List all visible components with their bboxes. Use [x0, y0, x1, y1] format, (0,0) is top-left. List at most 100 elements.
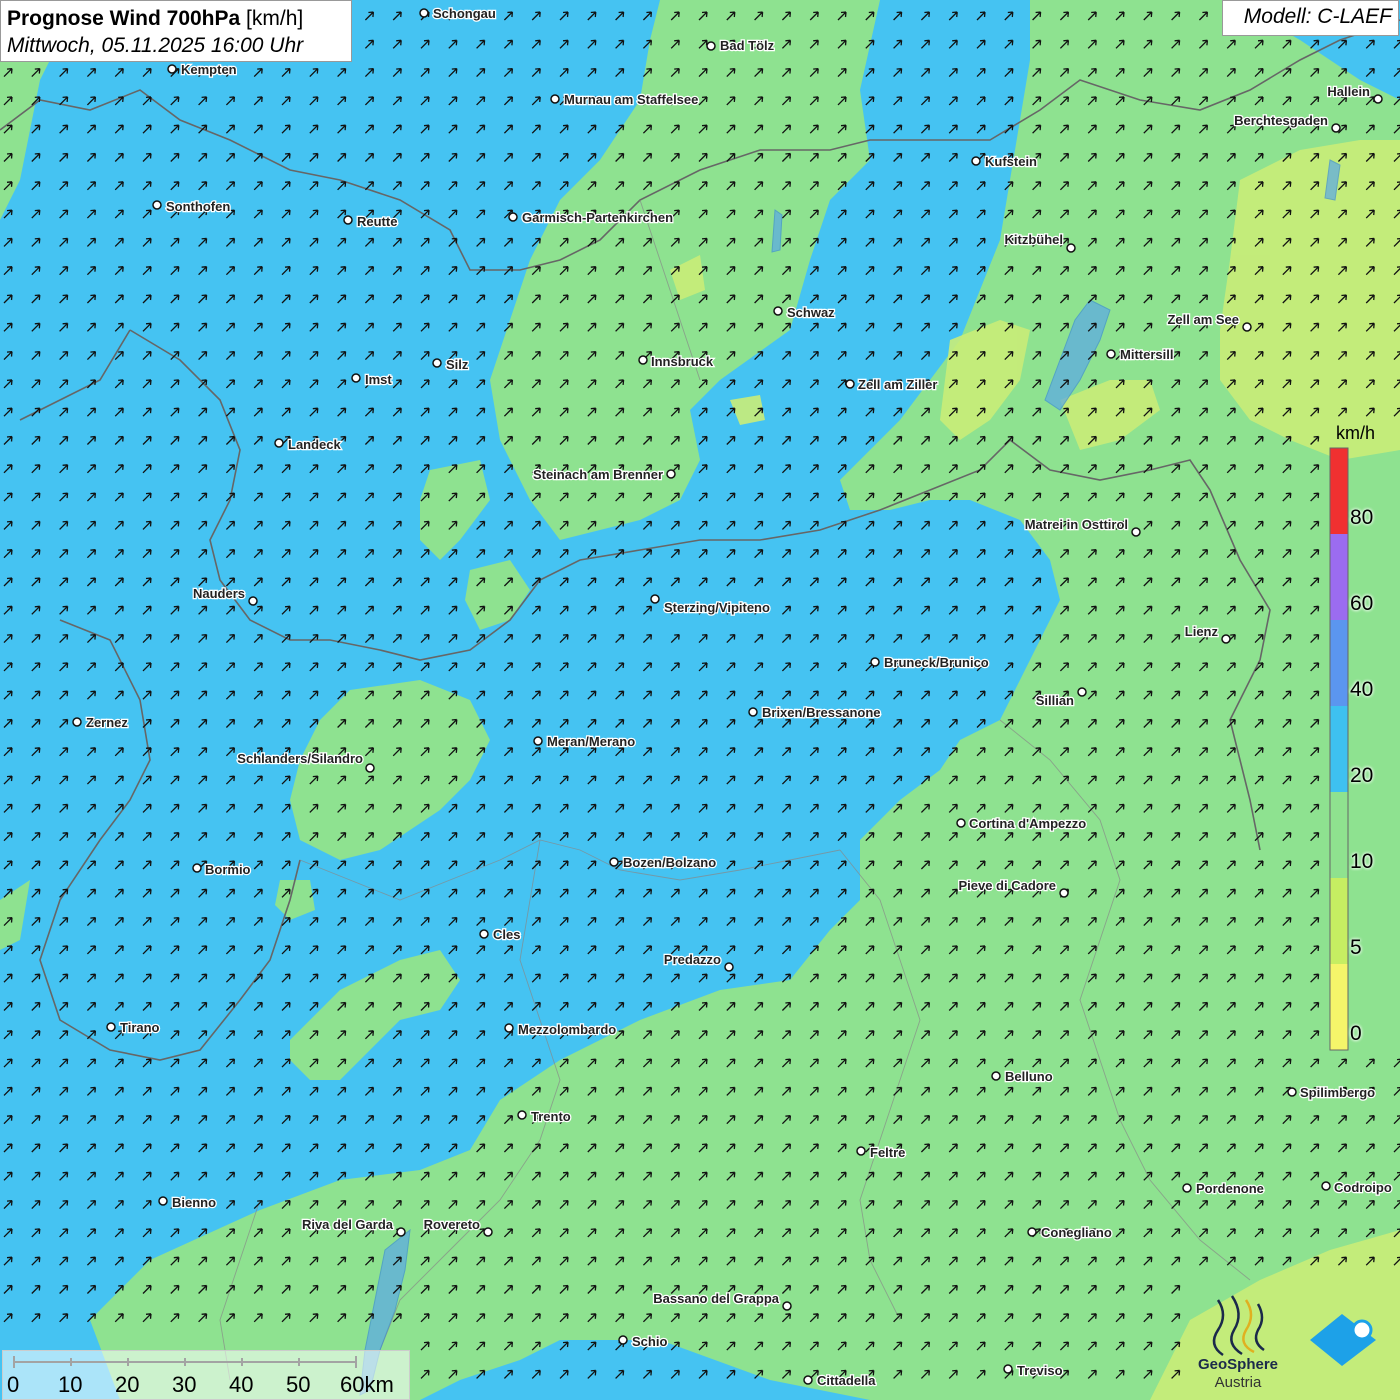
- city-marker-icon: [638, 355, 648, 365]
- legend-label-60: 60: [1350, 592, 1374, 615]
- city-marker-icon: [803, 1375, 813, 1385]
- city-marker-icon: [248, 596, 258, 606]
- city-label: Brixen/Bressanone: [762, 705, 881, 720]
- city-label: Bruneck/Brunico: [884, 655, 989, 670]
- city-marker-icon: [650, 594, 660, 604]
- city-marker-icon: [666, 469, 676, 479]
- city-marker-icon: [1066, 243, 1076, 253]
- city-marker-icon: [618, 1335, 628, 1345]
- city-marker-icon: [72, 717, 82, 727]
- city-label: Lienz: [1185, 624, 1219, 639]
- scale-label-20: 20: [115, 1372, 140, 1397]
- title-unit: [km/h]: [246, 7, 304, 30]
- city-label: Reutte: [357, 214, 397, 229]
- city-label: Kufstein: [985, 154, 1037, 169]
- city-marker-icon: [1106, 349, 1116, 359]
- city-marker-icon: [1331, 123, 1341, 133]
- city-marker-icon: [479, 929, 489, 939]
- city-label: Sonthofen: [166, 199, 230, 214]
- scale-label-60km: 60km: [340, 1372, 394, 1397]
- legend-label-5: 5: [1350, 936, 1362, 959]
- city-marker-icon: [365, 763, 375, 773]
- city-marker-icon: [991, 1071, 1001, 1081]
- city-label: Meran/Merano: [547, 734, 635, 749]
- city-marker-icon: [706, 41, 716, 51]
- scale-label-50: 50: [286, 1372, 311, 1397]
- city-label: Bassano del Grappa: [653, 1291, 779, 1306]
- wind-map: Schongau Bad Tölz Kempten Murnau am Staffel…: [0, 0, 1400, 1400]
- city-label: Mittersill: [1120, 347, 1173, 362]
- city-marker-icon: [1321, 1181, 1331, 1191]
- city-label: Cittadella: [817, 1373, 876, 1388]
- scale-label-40: 40: [229, 1372, 254, 1397]
- city-marker-icon: [856, 1146, 866, 1156]
- city-marker-icon: [1287, 1087, 1297, 1097]
- city-label: Kempten: [181, 62, 237, 77]
- geosphere-logo-line2: Austria: [1214, 1374, 1262, 1391]
- city-marker-icon: [158, 1196, 168, 1206]
- city-label: Schlanders/Silandro: [237, 751, 363, 766]
- city-label: Innsbruck: [651, 354, 714, 369]
- city-marker-icon: [1373, 94, 1383, 104]
- city-label: Bad Tölz: [720, 38, 775, 53]
- city-marker-icon: [351, 373, 361, 383]
- geosphere-logo-line1: GeoSphere: [1197, 1356, 1279, 1373]
- city-marker-icon: [483, 1227, 493, 1237]
- model-label: Modell: C-LAEF: [1222, 0, 1399, 36]
- city-marker-icon: [1003, 1364, 1013, 1374]
- city-marker-icon: [748, 707, 758, 717]
- city-label: Tirano: [120, 1020, 160, 1035]
- city-label: Sillian: [1036, 693, 1074, 708]
- city-label: Bozen/Bolzano: [623, 855, 716, 870]
- city-marker-icon: [167, 64, 177, 74]
- forecast-datetime: Mittwoch, 05.11.2025 16:00 Uhr: [7, 34, 304, 57]
- city-label: Schio: [632, 1334, 667, 1349]
- city-marker-icon: [192, 863, 202, 873]
- city-label: Treviso: [1017, 1363, 1063, 1378]
- legend-label-10: 10: [1350, 850, 1374, 873]
- city-label: Kitzbühel: [1005, 232, 1064, 247]
- city-label: Predazzo: [664, 952, 721, 967]
- city-marker-icon: [106, 1022, 116, 1032]
- city-marker-icon: [504, 1023, 514, 1033]
- city-label: Steinach am Brenner: [533, 467, 663, 482]
- city-label: Berchtesgaden: [1234, 113, 1328, 128]
- city-marker-icon: [550, 94, 560, 104]
- legend-colorbar: [1329, 447, 1349, 1051]
- title-box: Prognose Wind 700hPa [km/h] Mittwoch, 05…: [0, 0, 352, 62]
- city-marker-icon: [870, 657, 880, 667]
- map-title: Prognose Wind 700hPa [km/h]: [7, 5, 345, 32]
- city-marker-icon: [274, 438, 284, 448]
- city-marker-icon: [1182, 1183, 1192, 1193]
- scale-label-30: 30: [172, 1372, 197, 1397]
- city-label: Schongau: [433, 6, 496, 21]
- city-label: Feltre: [870, 1145, 905, 1160]
- city-label: Rovereto: [424, 1217, 480, 1232]
- legend-label-0: 0: [1350, 1022, 1362, 1045]
- city-marker-icon: [971, 156, 981, 166]
- scale-label-0: 0: [7, 1372, 20, 1397]
- city-marker-icon: [782, 1301, 792, 1311]
- scale-label-10: 10: [58, 1372, 83, 1397]
- legend-label-20: 20: [1350, 764, 1374, 787]
- city-label: Garmisch-Partenkirchen: [522, 210, 673, 225]
- city-marker-icon: [845, 379, 855, 389]
- city-marker-icon: [609, 857, 619, 867]
- city-label: Conegliano: [1041, 1225, 1112, 1240]
- city-marker-icon: [419, 8, 429, 18]
- city-label: Bormio: [205, 862, 251, 877]
- city-label: Spilimbergo: [1300, 1085, 1375, 1100]
- city-marker-icon: [724, 962, 734, 972]
- city-label: Pieve di Cadore: [958, 878, 1056, 893]
- city-marker-icon: [432, 358, 442, 368]
- city-label: Zell am Ziller: [858, 377, 937, 392]
- city-label: Zell am See: [1167, 312, 1239, 327]
- city-label: Nauders: [193, 586, 245, 601]
- city-label: Hallein: [1327, 84, 1370, 99]
- city-marker-icon: [773, 306, 783, 316]
- city-label: Landeck: [288, 437, 342, 452]
- city-marker-icon: [1059, 888, 1069, 898]
- city-label: Sterzing/Vipiteno: [664, 600, 770, 615]
- city-label: Matrei in Osttirol: [1025, 517, 1128, 532]
- city-label: Mezzolombardo: [518, 1022, 616, 1037]
